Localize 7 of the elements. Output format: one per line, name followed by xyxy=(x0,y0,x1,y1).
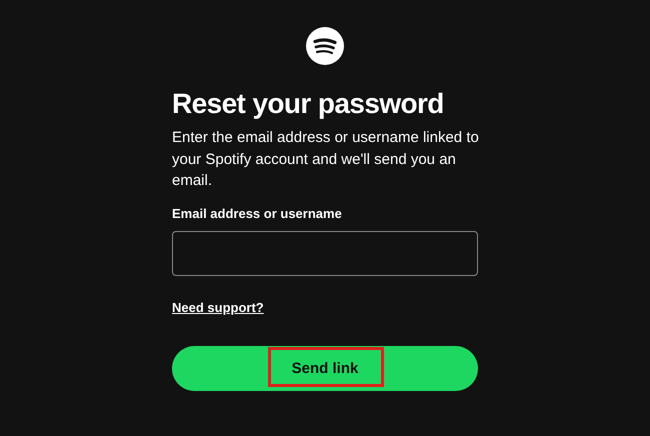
send-link-button[interactable]: Send link xyxy=(172,346,478,390)
logo-icon xyxy=(306,27,344,65)
support-link[interactable]: Need support? xyxy=(172,300,264,314)
instructions-text: Enter the email address or username linked to your Spotify account and we'll send you an email. xyxy=(172,128,480,191)
email-field[interactable] xyxy=(172,230,478,276)
page-title: Reset your password xyxy=(172,87,444,121)
field-label: Email address or username xyxy=(172,206,342,222)
